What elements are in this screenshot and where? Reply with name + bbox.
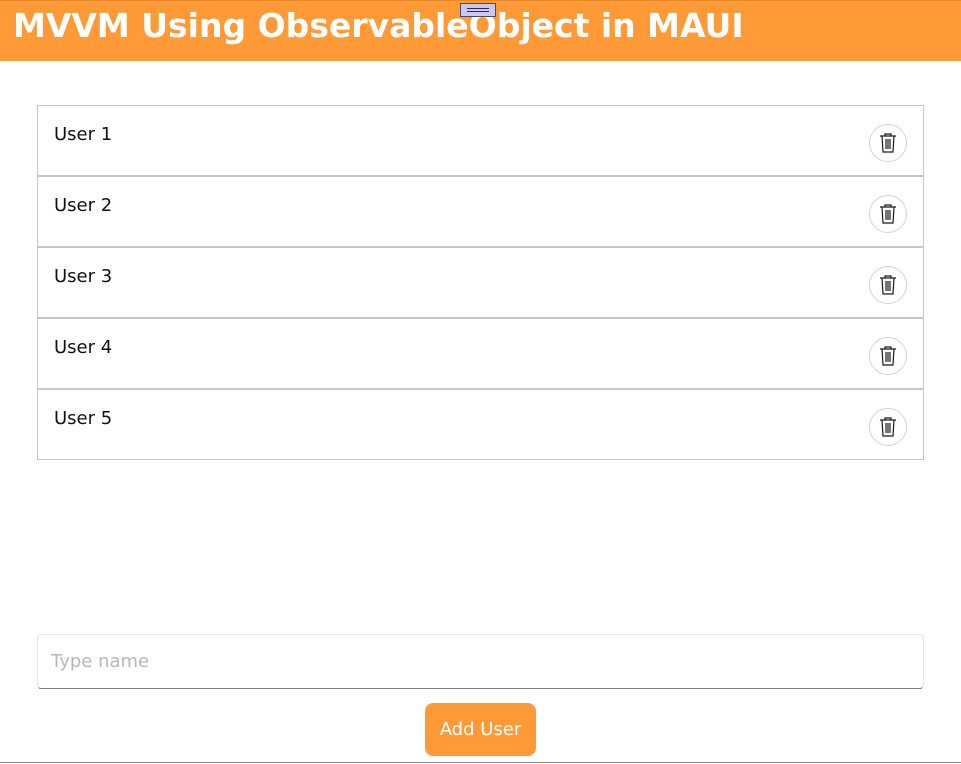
- list-item[interactable]: User 2: [37, 176, 924, 247]
- delete-user-button[interactable]: [869, 124, 907, 162]
- name-input[interactable]: [37, 634, 924, 689]
- delete-user-button[interactable]: [869, 337, 907, 375]
- user-name: User 4: [54, 337, 113, 358]
- delete-user-button[interactable]: [869, 266, 907, 304]
- user-name: User 5: [54, 408, 113, 429]
- app-window: MVVM Using ObservableObject in MAUI User…: [0, 0, 961, 764]
- trash-icon: [878, 345, 898, 367]
- list-item[interactable]: User 1: [37, 105, 924, 176]
- delete-user-button[interactable]: [869, 408, 907, 446]
- page-title: MVVM Using ObservableObject in MAUI: [13, 6, 744, 45]
- delete-user-button[interactable]: [869, 195, 907, 233]
- add-user-button[interactable]: Add User: [425, 703, 536, 756]
- list-item[interactable]: User 5: [37, 389, 924, 460]
- title-bar: MVVM Using ObservableObject in MAUI: [0, 0, 961, 61]
- trash-icon: [878, 416, 898, 438]
- user-name: User 2: [54, 195, 113, 216]
- trash-icon: [878, 203, 898, 225]
- window-border: [0, 762, 961, 763]
- user-name: User 3: [54, 266, 113, 287]
- trash-icon: [878, 274, 898, 296]
- list-item[interactable]: User 4: [37, 318, 924, 389]
- user-name: User 1: [54, 124, 113, 145]
- trash-icon: [878, 132, 898, 154]
- drag-handle-icon[interactable]: [460, 3, 496, 17]
- list-item[interactable]: User 3: [37, 247, 924, 318]
- user-list: User 1 User 2 User 3 User 4 User 5: [37, 105, 924, 460]
